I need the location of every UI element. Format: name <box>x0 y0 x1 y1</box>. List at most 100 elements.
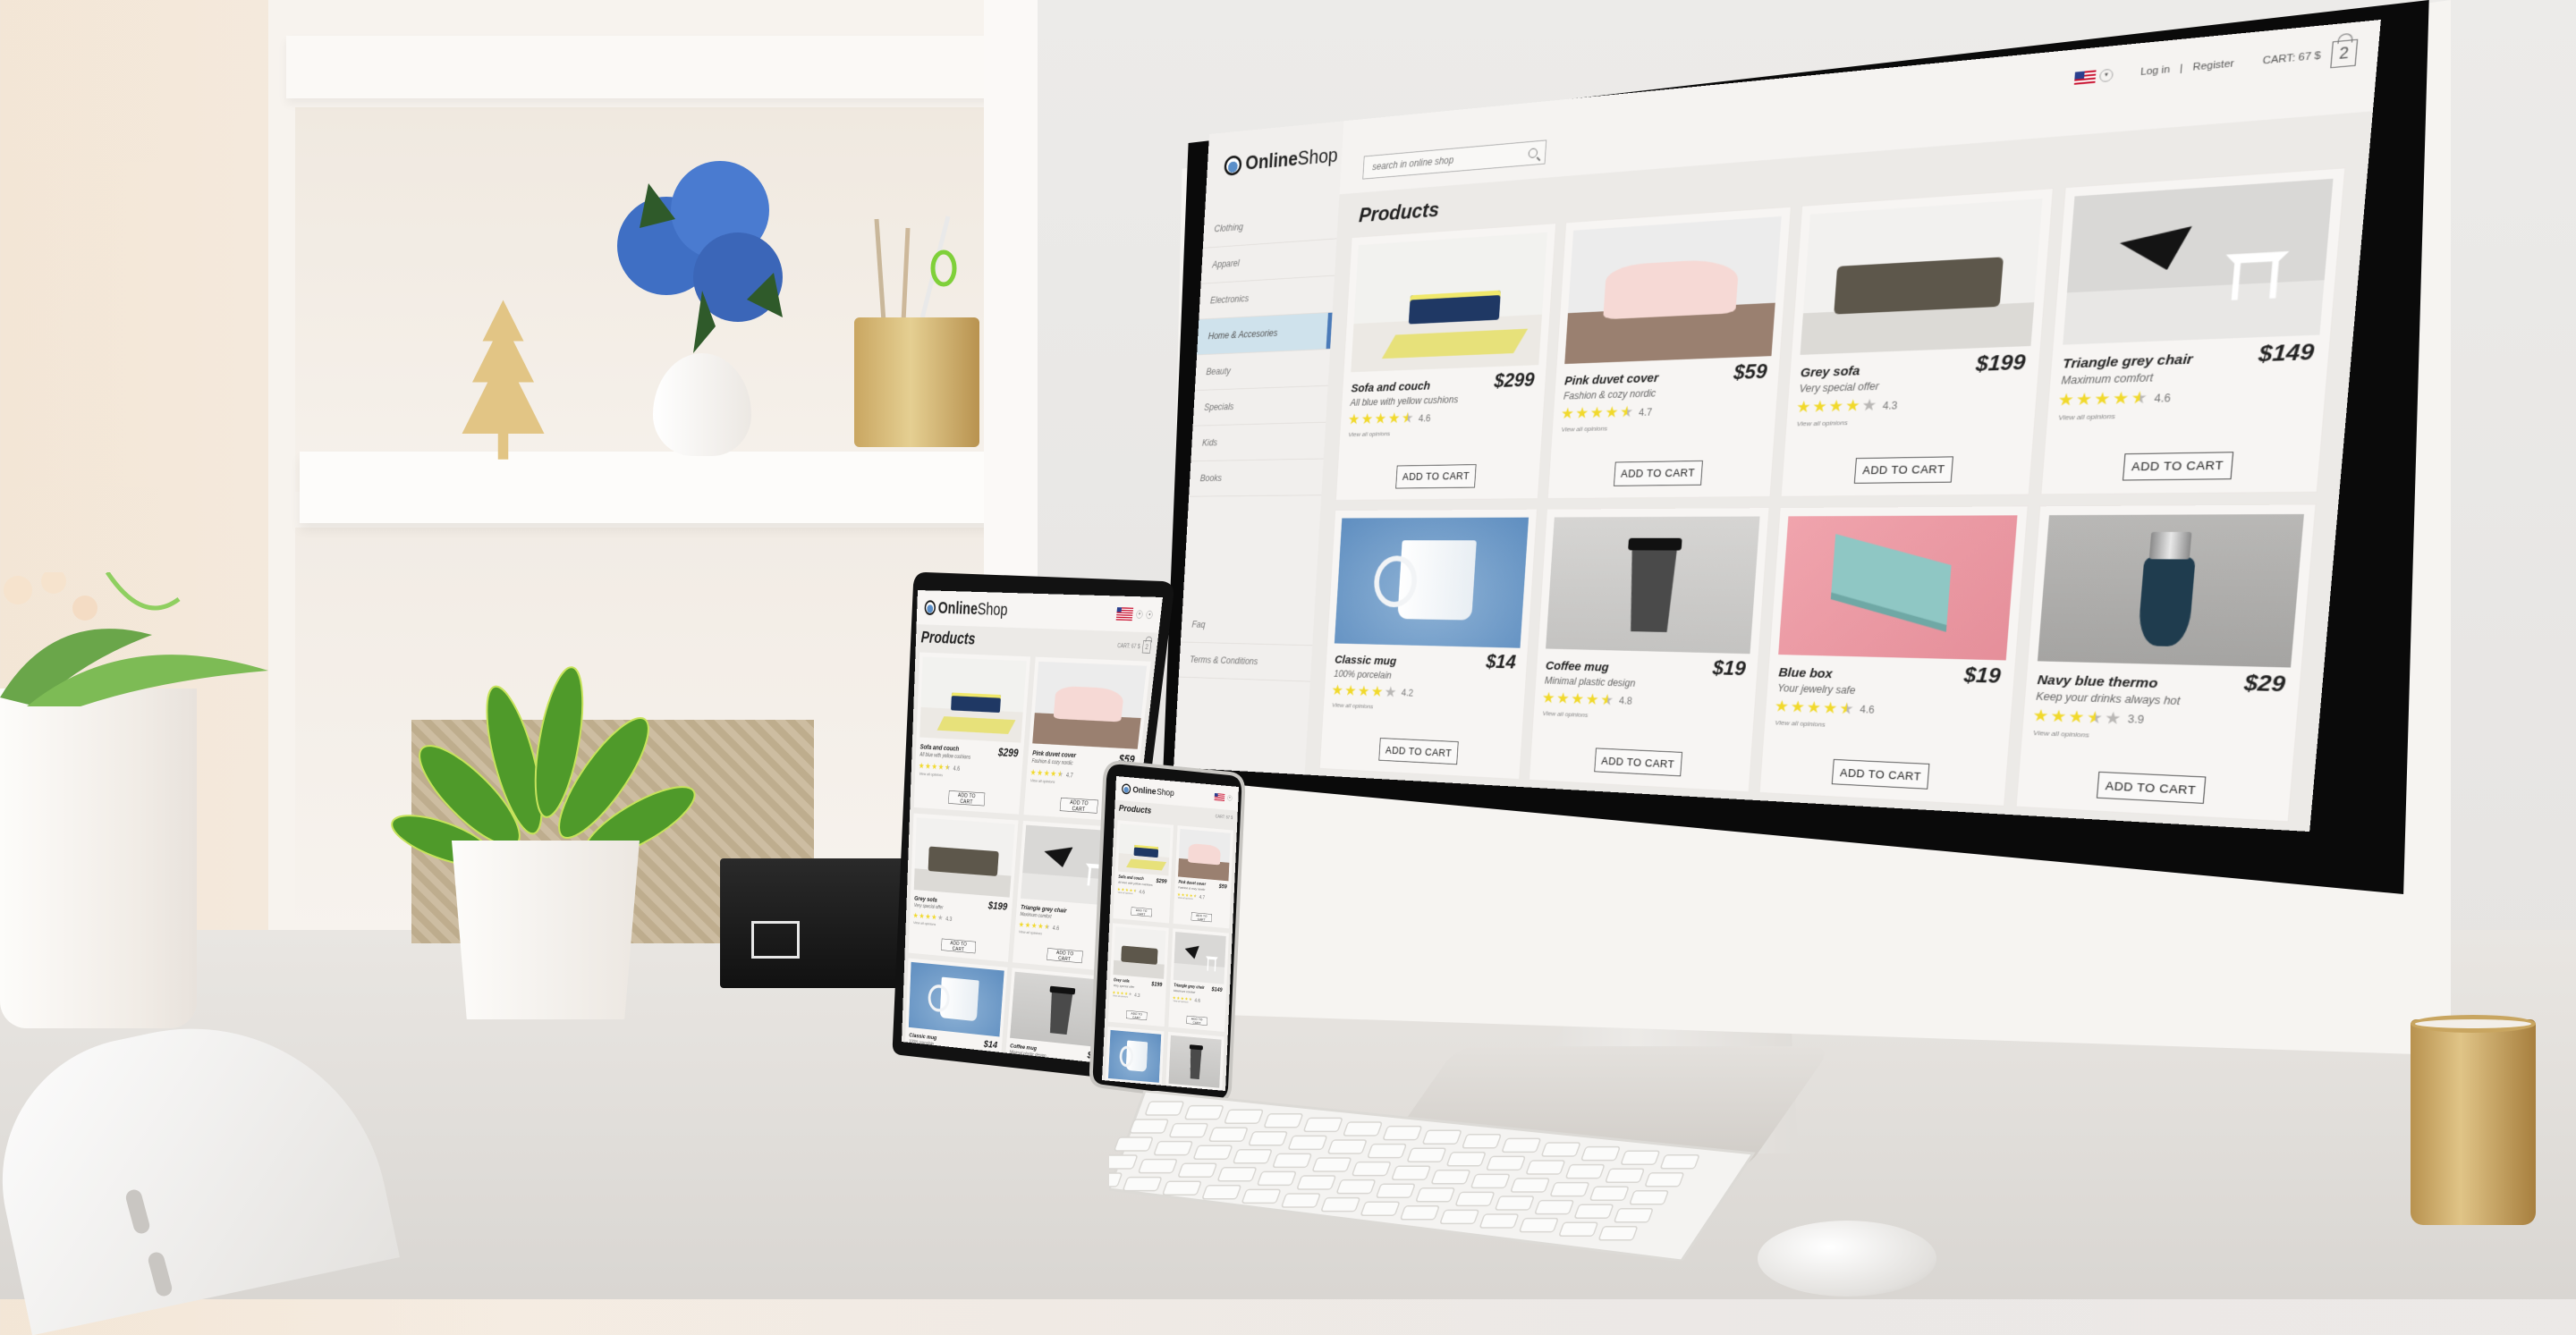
product-image[interactable] <box>1778 514 2018 660</box>
site-logo[interactable]: Online Shop <box>1224 145 1338 177</box>
product-image[interactable] <box>1800 199 2042 355</box>
product-image[interactable] <box>1351 232 1547 373</box>
add-to-cart-button[interactable]: ADD TO CART <box>1395 463 1477 489</box>
product-image[interactable] <box>1108 1029 1162 1083</box>
product-image[interactable] <box>1032 661 1148 749</box>
cart-button[interactable]: CART: 67 $ 2 <box>2261 38 2359 74</box>
view-opinions-link[interactable]: View all opinions <box>919 772 943 778</box>
product-name[interactable]: Coffee mug <box>1546 659 1610 674</box>
sidebar-item[interactable]: Beauty <box>1194 349 1331 391</box>
add-to-cart-button[interactable]: ADD TO CART <box>941 938 977 954</box>
language-selector[interactable]: ▾ <box>2073 68 2114 85</box>
product-card[interactable]: Sofa and couch All blue with yellow cush… <box>1113 820 1174 924</box>
view-opinions-link[interactable]: View all opinions <box>1113 994 1128 998</box>
footer-link[interactable]: Faq <box>1180 607 1315 646</box>
view-opinions-link[interactable]: View all opinions <box>1332 701 1373 709</box>
view-opinions-link[interactable]: View all opinions <box>1178 897 1193 900</box>
us-flag-icon[interactable] <box>1214 792 1225 801</box>
product-name[interactable]: Grey sofa <box>1114 978 1130 984</box>
product-image[interactable] <box>1178 828 1231 882</box>
product-image[interactable] <box>2037 513 2304 668</box>
product-name[interactable]: Sofa and couch <box>920 742 960 752</box>
view-opinions-link[interactable]: View all opinions <box>1117 891 1132 895</box>
add-to-cart-button[interactable]: ADD TO CART <box>1046 948 1083 964</box>
product-image[interactable] <box>913 817 1015 898</box>
product-name[interactable]: Triangle grey chair <box>2062 351 2193 371</box>
product-name[interactable]: Pink duvet cover <box>1564 371 1659 388</box>
product-card[interactable]: Coffee mug Minimal plastic design $19 ★★… <box>1164 1031 1224 1091</box>
product-card[interactable]: Coffee mug Minimal plastic design $19 ★★… <box>1529 507 1769 792</box>
view-opinions-link[interactable]: View all opinions <box>1542 709 1588 718</box>
cart-button[interactable]: CART: 67 $ 2 <box>1117 639 1152 654</box>
sidebar-item[interactable]: Kids <box>1191 422 1326 462</box>
product-image[interactable] <box>1168 1035 1222 1088</box>
product-image[interactable] <box>1113 926 1166 979</box>
add-to-cart-button[interactable]: ADD TO CART <box>1378 738 1459 765</box>
product-name[interactable]: Sofa and couch <box>1351 379 1430 395</box>
view-opinions-link[interactable]: View all opinions <box>1019 930 1042 936</box>
product-image[interactable] <box>2062 178 2334 345</box>
register-link[interactable]: Register <box>2192 58 2234 73</box>
view-opinions-link[interactable]: View all opinions <box>1797 418 1849 427</box>
view-opinions-link[interactable]: View all opinions <box>1775 718 1826 728</box>
add-to-cart-button[interactable]: ADD TO CART <box>1131 907 1152 917</box>
product-image[interactable] <box>1117 824 1171 876</box>
view-opinions-link[interactable]: View all opinions <box>2033 729 2089 739</box>
product-card[interactable]: Pink duvet cover Fashion & cozy nordic $… <box>1547 207 1791 498</box>
site-logo[interactable]: Online Shop <box>1121 783 1174 798</box>
us-flag-icon[interactable] <box>1115 607 1134 621</box>
product-image[interactable] <box>1563 215 1782 365</box>
login-link[interactable]: Log in <box>2140 64 2171 78</box>
product-name[interactable]: Classic mug <box>1335 653 1397 667</box>
view-opinions-link[interactable]: View all opinions <box>1561 425 1607 433</box>
product-card[interactable]: Blue box Your jewelry safe $19 ★ ★ ★ ★ ★ 4.6 … <box>1759 505 2028 806</box>
product-card[interactable]: Grey sofa Very special offer $199 ★ ★ ★ ★ ★ 4… <box>1781 189 2053 496</box>
search-input[interactable] <box>1370 147 1528 173</box>
back-arrow-icon[interactable]: ◂ <box>1145 610 1154 620</box>
view-opinions-link[interactable]: View all opinions <box>913 920 936 926</box>
add-to-cart-button[interactable]: ADD TO CART <box>948 790 986 807</box>
chevron-down-icon[interactable]: ▾ <box>1227 795 1233 801</box>
add-to-cart-button[interactable]: ADD TO CART <box>1613 460 1703 486</box>
product-image[interactable] <box>908 961 1004 1037</box>
footer-link[interactable]: Terms & Conditions <box>1178 642 1313 682</box>
sidebar-item[interactable]: Specials <box>1192 385 1328 427</box>
add-to-cart-button[interactable]: ADD TO CART <box>1854 455 1954 484</box>
product-name[interactable]: Grey sofa <box>914 894 937 903</box>
product-card[interactable]: Grey sofa Very special offer $199 ★ ★ ★ ★ ★ 4… <box>908 813 1019 962</box>
product-card[interactable]: Navy blue thermo Keep your drinks always… <box>2016 503 2316 822</box>
chevron-down-icon[interactable]: ▾ <box>1135 610 1143 619</box>
cart-button[interactable]: CART: 67 $ <box>1216 815 1233 821</box>
view-opinions-link[interactable]: View all opinions <box>1030 778 1055 784</box>
product-card[interactable]: Pink duvet cover Fashion & cozy nordic $… <box>1173 825 1234 929</box>
search-icon[interactable] <box>1528 148 1538 159</box>
add-to-cart-button[interactable]: ADD TO CART <box>1831 758 1930 790</box>
add-to-cart-button[interactable]: ADD TO CART <box>2096 771 2207 804</box>
add-to-cart-button[interactable]: ADD TO CART <box>1186 1015 1208 1026</box>
view-opinions-link[interactable]: View all opinions <box>1348 430 1390 438</box>
site-logo[interactable]: Online Shop <box>924 598 1008 621</box>
add-to-cart-button[interactable]: ADD TO CART <box>1594 748 1682 777</box>
product-card[interactable]: Grey sofa Very special offer $199 ★ ★ ★ ★ ★ 4… <box>1107 923 1169 1027</box>
add-to-cart-button[interactable]: ADD TO CART <box>1191 912 1212 923</box>
view-opinions-link[interactable]: View all opinions <box>1173 1000 1188 1003</box>
product-image[interactable] <box>1173 932 1226 984</box>
product-name[interactable]: Blue box <box>1778 665 1833 681</box>
product-card[interactable]: Sofa and couch All blue with yellow cush… <box>1335 224 1555 500</box>
search-box[interactable] <box>1362 139 1547 180</box>
product-image[interactable] <box>1334 517 1529 648</box>
add-to-cart-button[interactable]: ADD TO CART <box>1126 1010 1148 1020</box>
product-card[interactable]: Sofa and couch All blue with yellow cush… <box>913 652 1031 815</box>
product-card[interactable]: Triangle grey chair Maximum comfort $149… <box>1168 928 1229 1032</box>
product-name[interactable]: Pink duvet cover <box>1032 748 1076 759</box>
product-card[interactable]: Triangle grey chair Maximum comfort $149… <box>2040 168 2345 494</box>
product-name[interactable]: Navy blue thermo <box>2037 672 2158 691</box>
product-image[interactable] <box>919 656 1027 743</box>
sidebar-item[interactable]: Home & Accesories <box>1197 312 1333 356</box>
product-name[interactable]: Grey sofa <box>1800 364 1860 381</box>
view-opinions-link[interactable]: View all opinions <box>2058 412 2115 422</box>
product-card[interactable]: Classic mug 100% porcelain $14 ★★★★★4.2 … <box>1319 509 1537 780</box>
product-image[interactable] <box>1545 516 1760 654</box>
sidebar-item[interactable]: Books <box>1189 459 1324 497</box>
add-to-cart-button[interactable]: ADD TO CART <box>2122 451 2233 481</box>
